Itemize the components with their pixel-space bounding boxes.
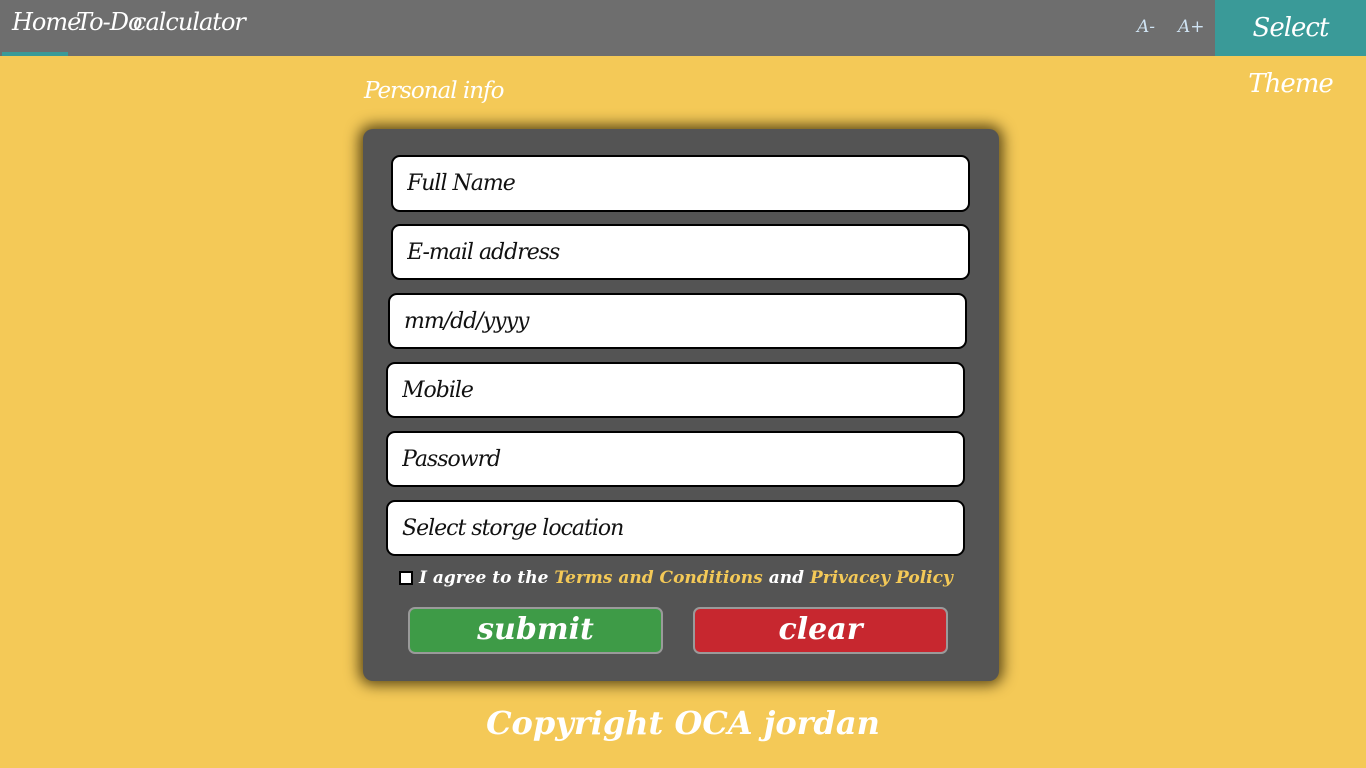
storage-location-input[interactable]: [386, 500, 965, 556]
nav-todo-link[interactable]: To-Do: [76, 8, 142, 36]
full-name-input[interactable]: [391, 155, 970, 212]
nav-calculator-link[interactable]: calculator: [133, 8, 246, 36]
font-increase-button[interactable]: A+: [1178, 17, 1205, 37]
password-input[interactable]: [386, 431, 965, 487]
active-nav-indicator: [2, 52, 68, 56]
form-title: Personal info: [364, 78, 504, 104]
privacy-link[interactable]: Privacey Policy: [810, 568, 953, 588]
agree-conjunction-text: and: [768, 568, 804, 588]
font-decrease-button[interactable]: A-: [1137, 17, 1155, 37]
top-navbar: Home To-Do calculator A- A+ Select Theme: [0, 0, 1366, 99]
nav-home-link[interactable]: Home: [12, 8, 81, 36]
footer-copyright: Copyright OCA jordan: [486, 704, 880, 742]
birthdate-input[interactable]: [388, 293, 967, 349]
agree-row: I agree to the Terms and Conditions and …: [399, 566, 959, 590]
submit-button[interactable]: submit: [408, 607, 663, 654]
clear-button[interactable]: clear: [693, 607, 948, 654]
email-input[interactable]: [391, 224, 970, 280]
select-theme-button[interactable]: Select Theme: [1215, 0, 1366, 99]
terms-link[interactable]: Terms and Conditions: [554, 568, 762, 588]
agree-checkbox[interactable]: [399, 571, 413, 585]
agree-prefix-text: I agree to the: [419, 568, 549, 588]
mobile-input[interactable]: [386, 362, 965, 418]
